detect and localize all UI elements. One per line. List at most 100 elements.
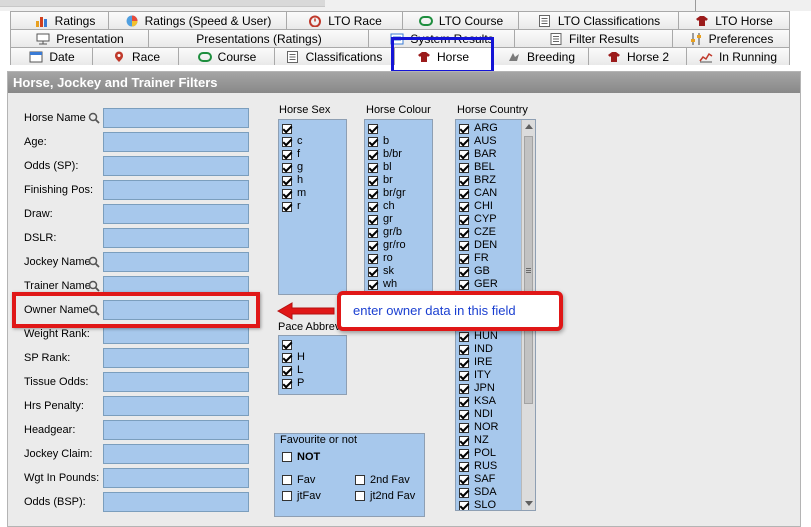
checkbox[interactable]	[368, 279, 378, 290]
checkbox[interactable]	[355, 475, 365, 485]
checkbox[interactable]	[459, 448, 469, 459]
list-item[interactable]: b/br	[365, 148, 432, 161]
field-input[interactable]	[103, 156, 249, 176]
tab-presentation[interactable]: Presentation	[10, 29, 150, 47]
list-item[interactable]: ro	[365, 252, 432, 265]
tab-ratings-speed-user[interactable]: Ratings (Speed & User)	[108, 11, 288, 29]
horse-colour-list[interactable]: b b/br bl br br/gr ch gr gr/b gr/ro ro sk wh	[364, 119, 433, 295]
checkbox[interactable]	[368, 214, 378, 225]
checkbox[interactable]	[459, 487, 469, 498]
scroll-thumb[interactable]	[524, 136, 533, 404]
field-input[interactable]	[103, 468, 249, 488]
tab-presentations-ratings[interactable]: Presentations (Ratings)	[148, 29, 370, 47]
checkbox[interactable]	[459, 331, 469, 342]
checkbox[interactable]	[368, 253, 378, 264]
checkbox[interactable]	[368, 123, 378, 134]
field-input[interactable]	[103, 204, 249, 224]
checkbox[interactable]	[282, 175, 292, 186]
horse-sex-list[interactable]: cfghmr	[278, 119, 347, 295]
list-item[interactable]: f	[279, 148, 346, 161]
list-item[interactable]: g	[279, 161, 346, 174]
list-item[interactable]	[279, 338, 346, 351]
tab-lto-course[interactable]: LTO Course	[402, 11, 520, 29]
tab-horse-2[interactable]: Horse 2	[588, 47, 688, 65]
list-item[interactable]: gr/b	[365, 226, 432, 239]
checkbox[interactable]	[368, 188, 378, 199]
field-input[interactable]	[103, 444, 249, 464]
list-item[interactable]: gr/ro	[365, 239, 432, 252]
checkbox[interactable]	[282, 475, 292, 485]
checkbox[interactable]	[368, 149, 378, 160]
search-icon[interactable]	[88, 256, 100, 268]
checkbox[interactable]	[282, 452, 292, 462]
list-item[interactable]: wh	[365, 278, 432, 291]
list-item[interactable]: bl	[365, 161, 432, 174]
pace-abbrev-list[interactable]: HLP	[278, 335, 347, 395]
checkbox[interactable]	[459, 162, 469, 173]
scroll-down-icon[interactable]	[525, 501, 533, 506]
favourite-jtfav-checkbox[interactable]: jtFav	[282, 490, 321, 502]
tab-lto-classifications[interactable]: LTO Classifications	[518, 11, 680, 29]
checkbox[interactable]	[368, 175, 378, 186]
tab-lto-horse[interactable]: LTO Horse	[678, 11, 790, 29]
checkbox[interactable]	[282, 339, 292, 350]
checkbox[interactable]	[459, 214, 469, 225]
tab-lto-race[interactable]: LTO Race	[286, 11, 404, 29]
tab-race[interactable]: Race	[92, 47, 180, 65]
checkbox[interactable]	[282, 378, 292, 389]
favourite-not-checkbox[interactable]: NOT	[282, 451, 320, 463]
tab-date[interactable]: Date	[10, 47, 94, 65]
list-item[interactable]: r	[279, 200, 346, 213]
checkbox[interactable]	[368, 227, 378, 238]
search-icon[interactable]	[88, 280, 100, 292]
checkbox[interactable]	[368, 266, 378, 277]
checkbox[interactable]	[459, 266, 469, 277]
field-input[interactable]	[103, 348, 249, 368]
list-item[interactable]: h	[279, 174, 346, 187]
list-item[interactable]: br	[365, 174, 432, 187]
checkbox[interactable]	[282, 352, 292, 363]
list-item[interactable]: sk	[365, 265, 432, 278]
checkbox[interactable]	[282, 162, 292, 173]
checkbox[interactable]	[459, 383, 469, 394]
list-item[interactable]: gr	[365, 213, 432, 226]
scroll-up-icon[interactable]	[525, 124, 533, 129]
tab-filter-results[interactable]: Filter Results	[514, 29, 674, 47]
checkbox[interactable]	[459, 370, 469, 381]
favourite-2ndfav-checkbox[interactable]: 2nd Fav	[355, 474, 410, 486]
list-item[interactable]: H	[279, 351, 346, 364]
checkbox[interactable]	[459, 474, 469, 485]
checkbox[interactable]	[282, 136, 292, 147]
list-item[interactable]: c	[279, 135, 346, 148]
list-item[interactable]: L	[279, 364, 346, 377]
checkbox[interactable]	[459, 279, 469, 290]
list-item[interactable]: m	[279, 187, 346, 200]
list-item[interactable]: ch	[365, 200, 432, 213]
field-input[interactable]	[103, 180, 249, 200]
tab-classifications[interactable]: Classifications	[274, 47, 394, 65]
favourite-fav-checkbox[interactable]: Fav	[282, 474, 315, 486]
checkbox[interactable]	[282, 123, 292, 134]
checkbox[interactable]	[459, 149, 469, 160]
favourite-jt2ndfav-checkbox[interactable]: jt2nd Fav	[355, 490, 415, 502]
field-input[interactable]	[103, 420, 249, 440]
field-input[interactable]	[103, 132, 249, 152]
checkbox[interactable]	[282, 201, 292, 212]
field-input[interactable]	[103, 396, 249, 416]
field-input[interactable]	[103, 492, 249, 512]
checkbox[interactable]	[355, 491, 365, 501]
checkbox[interactable]	[459, 188, 469, 199]
checkbox[interactable]	[368, 162, 378, 173]
checkbox[interactable]	[459, 136, 469, 147]
list-item[interactable]: P	[279, 377, 346, 390]
checkbox[interactable]	[459, 227, 469, 238]
checkbox[interactable]	[459, 435, 469, 446]
checkbox[interactable]	[459, 500, 469, 510]
list-item[interactable]: br/gr	[365, 187, 432, 200]
list-item[interactable]: b	[365, 135, 432, 148]
field-input[interactable]	[103, 252, 249, 272]
checkbox[interactable]	[368, 136, 378, 147]
checkbox[interactable]	[282, 149, 292, 160]
tab-preferences[interactable]: Preferences	[672, 29, 790, 47]
checkbox[interactable]	[459, 396, 469, 407]
